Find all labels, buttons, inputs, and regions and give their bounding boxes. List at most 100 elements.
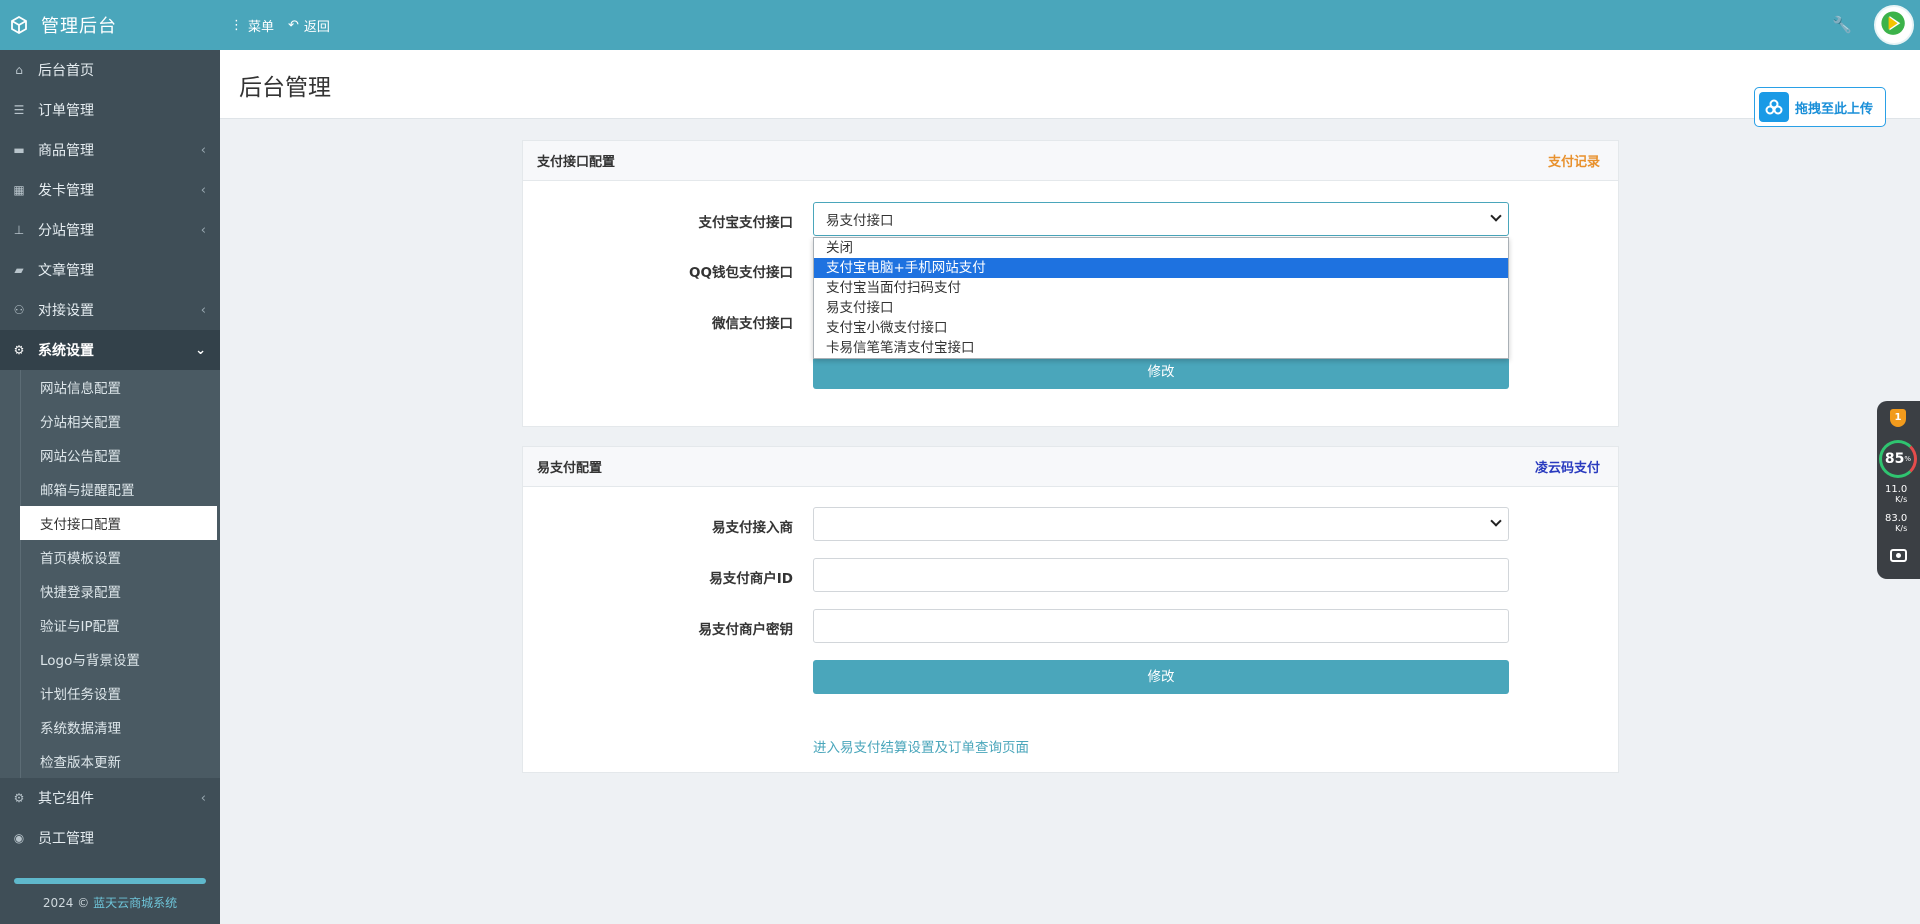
epay-merchant-id-label: 易支付商户ID: [709, 571, 793, 587]
cogs-icon: ⚙: [13, 791, 25, 805]
sidebar-subitem[interactable]: 验证与IP配置: [20, 608, 220, 642]
page-header: 后台管理 拖拽至此上传: [220, 50, 1920, 127]
sidebar-subitem[interactable]: 快捷登录配置: [20, 574, 220, 608]
epay-merchant-key-label: 易支付商户密钥: [698, 622, 794, 638]
payment-submit-button[interactable]: 修改: [813, 355, 1509, 389]
epay-settlement-link[interactable]: 进入易支付结算设置及订单查询页面: [813, 736, 1029, 756]
sidebar-item-staff[interactable]: ◉ 员工管理: [0, 818, 220, 858]
camera-icon[interactable]: [1890, 549, 1907, 562]
sidebar-item-label: 发卡管理: [38, 183, 94, 199]
epay-merchant-id-input[interactable]: [813, 558, 1509, 592]
wrench-icon[interactable]: 🔧: [1832, 15, 1852, 34]
alipay-select[interactable]: 易支付接口: [813, 202, 1509, 236]
chevron-left-icon: ‹: [200, 790, 206, 806]
dropdown-option-highlighted[interactable]: 支付宝电脑+手机网站支付: [814, 258, 1508, 278]
chevron-down-icon: [1490, 515, 1502, 527]
network-icon: ⚇: [13, 303, 25, 317]
dropdown-option[interactable]: 支付宝小微支付接口: [814, 318, 1508, 338]
sidebar-subitem[interactable]: 网站信息配置: [20, 370, 220, 404]
chevron-left-icon: ‹: [200, 142, 206, 158]
sidebar-scrollbar[interactable]: [14, 878, 206, 884]
sidebar-subitem-selected[interactable]: 支付接口配置: [20, 506, 217, 540]
network-monitor-widget[interactable]: 1 85% 11.0 K/s 83.0 K/s: [1877, 401, 1920, 579]
vertical-dots-icon: ⋮: [230, 17, 243, 33]
cube-icon: [10, 15, 28, 35]
sidebar-item-substations[interactable]: ⊥ 分站管理 ‹: [0, 210, 220, 250]
back-label: 返回: [303, 19, 330, 35]
epay-config-panel: 易支付配置 凌云码支付 易支付接入商 易支付商户ID 易支付商户密钥 修改 进入…: [522, 446, 1619, 773]
brand[interactable]: 管理后台: [0, 0, 220, 50]
payment-records-link[interactable]: 支付记录: [1548, 151, 1600, 170]
epay-provider-label: 易支付接入商: [712, 520, 793, 536]
drag-upload-button[interactable]: 拖拽至此上传: [1754, 87, 1886, 127]
sidebar-item-cards[interactable]: ▦ 发卡管理 ‹: [0, 170, 220, 210]
alipay-dropdown-list: 关闭 支付宝电脑+手机网站支付 支付宝当面付扫码支付 易支付接口 支付宝小微支付…: [813, 237, 1509, 359]
sidebar-item-label: 系统设置: [38, 343, 94, 359]
menu-toggle-button[interactable]: ⋮ 菜单: [230, 16, 274, 35]
chevron-left-icon: ‹: [200, 302, 206, 318]
epay-provider-select[interactable]: [813, 507, 1509, 541]
sidebar-item-orders[interactable]: ☰ 订单管理: [0, 90, 220, 130]
sidebar-item-label: 其它组件: [38, 791, 94, 807]
chevron-down-icon: [1490, 210, 1502, 222]
sidebar-item-other-components[interactable]: ⚙ 其它组件 ‹: [0, 778, 220, 818]
brand-title: 管理后台: [41, 16, 117, 37]
dropdown-option[interactable]: 易支付接口: [814, 298, 1508, 318]
sidebar-subitem[interactable]: 系统数据清理: [20, 710, 220, 744]
sidebar-item-label: 后台首页: [38, 63, 94, 79]
copyright-year: 2024 ©: [42, 896, 90, 910]
epay-submit-button[interactable]: 修改: [813, 660, 1509, 694]
score-unit: %: [1904, 455, 1912, 463]
epay-merchant-key-input[interactable]: [813, 609, 1509, 643]
alipay-label: 支付宝支付接口: [698, 215, 794, 231]
list-icon: ☰: [13, 103, 25, 117]
upload-label: 拖拽至此上传: [1795, 101, 1874, 117]
sidebar-footer: 2024 © 蓝天云商城系统: [0, 872, 220, 924]
book-icon: ▰: [14, 263, 24, 277]
sidebar-subitem[interactable]: 计划任务设置: [20, 676, 220, 710]
upload-speed: 11.0 K/s: [1885, 485, 1907, 505]
sidebar-item-articles[interactable]: ▰ 文章管理: [0, 250, 220, 290]
sidebar-item-products[interactable]: ▬ 商品管理 ‹: [0, 130, 220, 170]
payment-config-panel: 支付接口配置 支付记录 支付宝支付接口 易支付接口 QQ钱包支付接口 微信支付接…: [522, 140, 1619, 427]
user-icon: ◉: [13, 831, 25, 845]
dropdown-option[interactable]: 支付宝当面付扫码支付: [814, 278, 1508, 298]
system-settings-submenu: 网站信息配置 分站相关配置 网站公告配置 邮箱与提醒配置 支付接口配置 首页模板…: [0, 370, 220, 778]
top-header: 管理后台 ⋮ 菜单 ↶ 返回 🔧: [0, 0, 1920, 50]
grid-icon: ▦: [13, 183, 25, 197]
sidebar-item-home[interactable]: ⌂ 后台首页: [0, 50, 220, 90]
shield-icon: 1: [1890, 409, 1906, 427]
chevron-left-icon: ‹: [200, 182, 206, 198]
sidebar-subitem[interactable]: 邮箱与提醒配置: [20, 472, 220, 506]
speed-unit: K/s: [1895, 495, 1908, 504]
dropdown-option[interactable]: 卡易信笔笔清支付宝接口: [814, 338, 1508, 358]
chevron-down-icon: ⌄: [195, 342, 206, 358]
copyright-link[interactable]: 蓝天云商城系统: [93, 896, 177, 910]
lingyun-pay-link[interactable]: 凌云码支付: [1535, 457, 1600, 476]
sidebar-subitem[interactable]: Logo与背景设置: [20, 642, 220, 676]
sidebar-item-label: 员工管理: [38, 831, 94, 847]
panel-header: 支付接口配置 支付记录: [523, 141, 1618, 181]
wechat-label: 微信支付接口: [712, 316, 793, 332]
back-button[interactable]: ↶ 返回: [288, 16, 330, 35]
sidebar-subitem[interactable]: 分站相关配置: [20, 404, 220, 438]
panel-title: 易支付配置: [537, 461, 603, 476]
sidebar-subitem[interactable]: 首页模板设置: [20, 540, 220, 574]
sidebar-subitem[interactable]: 网站公告配置: [20, 438, 220, 472]
dropdown-option[interactable]: 关闭: [814, 238, 1508, 258]
sidebar-subitem[interactable]: 检查版本更新: [20, 744, 220, 778]
chevron-left-icon: ‹: [200, 222, 206, 238]
sidebar-item-label: 商品管理: [38, 143, 94, 159]
avatar[interactable]: [1874, 5, 1914, 45]
panel-title: 支付接口配置: [537, 155, 616, 170]
score-gauge: 85%: [1879, 440, 1917, 478]
sidebar-item-integration[interactable]: ⚇ 对接设置 ‹: [0, 290, 220, 330]
sidebar-item-system-settings[interactable]: ⚙ 系统设置 ⌄: [0, 330, 220, 370]
download-speed: 83.0 K/s: [1885, 514, 1907, 534]
gear-icon: ⚙: [13, 343, 25, 357]
qq-wallet-label: QQ钱包支付接口: [689, 265, 793, 281]
sitemap-icon: ⊥: [13, 223, 25, 237]
cart-icon: ▬: [13, 143, 25, 157]
home-icon: ⌂: [15, 63, 23, 77]
sidebar: ⌂ 后台首页 ☰ 订单管理 ▬ 商品管理 ‹ ▦ 发卡管理 ‹ ⊥ 分站管理 ‹…: [0, 50, 220, 924]
